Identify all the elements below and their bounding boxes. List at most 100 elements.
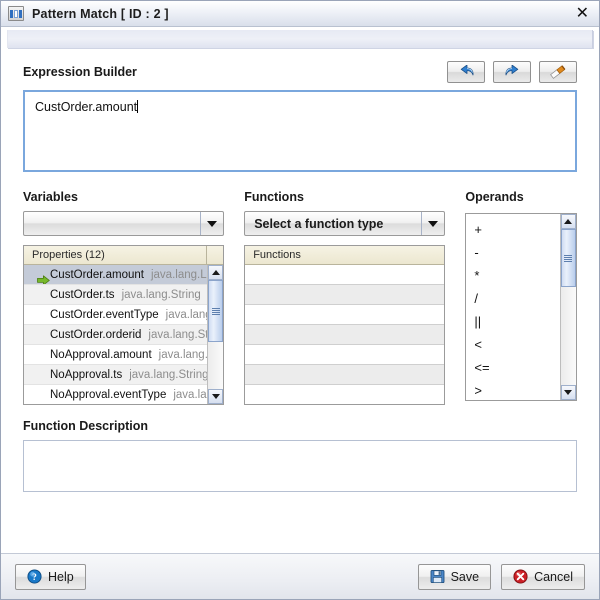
function-type-value: Select a function type: [254, 216, 384, 231]
list-item[interactable]: *: [466, 264, 560, 287]
undo-button[interactable]: [447, 61, 485, 83]
variable-name: NoApproval.eventType: [50, 388, 167, 401]
list-item[interactable]: -: [466, 241, 560, 264]
list-item[interactable]: <=: [466, 356, 560, 379]
variable-name: CustOrder.ts: [50, 288, 115, 301]
column-gap: [445, 190, 465, 405]
undo-icon: [458, 64, 475, 80]
variable-name: CustOrder.eventType: [50, 308, 159, 321]
function-description-label: Function Description: [23, 419, 148, 433]
save-button[interactable]: Save: [417, 563, 492, 590]
list-item[interactable]: ||: [466, 310, 560, 333]
help-label: Help: [48, 569, 74, 584]
list-item[interactable]: <: [466, 333, 560, 356]
redo-button[interactable]: [493, 61, 531, 83]
variable-type: java.lang: [165, 308, 208, 321]
scroll-thumb[interactable]: [208, 280, 224, 342]
list-item[interactable]: [245, 325, 445, 345]
redo-icon: [504, 64, 521, 80]
variable-name: CustOrder.amount: [50, 268, 144, 281]
scroll-up-button[interactable]: [208, 265, 224, 280]
function-type-dropdown[interactable]: Select a function type: [244, 211, 446, 236]
expression-text: CustOrder.amount: [35, 100, 138, 114]
variable-type: java.lang.Lo: [150, 268, 208, 281]
list-item[interactable]: [245, 285, 445, 305]
variables-dropdown[interactable]: [23, 211, 225, 236]
functions-rows: [245, 265, 445, 404]
variable-name: NoApproval.amount: [50, 348, 152, 361]
scroll-thumb[interactable]: [560, 229, 576, 287]
variables-header-label: Properties (12): [32, 249, 105, 261]
list-item[interactable]: +: [466, 218, 560, 241]
cancel-button[interactable]: Cancel: [501, 563, 585, 590]
list-item[interactable]: [245, 385, 445, 404]
variables-list: Properties (12) CustOrder.amount java.la…: [23, 245, 225, 405]
table-row[interactable]: CustOrder.amount java.lang.Lo: [24, 265, 208, 285]
window-title: Pattern Match [ ID : 2 ]: [32, 6, 169, 21]
floppy-disk-icon: [430, 569, 445, 584]
expression-builder-label: Expression Builder: [23, 65, 137, 79]
save-label: Save: [450, 569, 480, 584]
list-item[interactable]: /: [466, 287, 560, 310]
operands-list: + - * / || < <= >: [465, 213, 577, 401]
expression-input[interactable]: CustOrder.amount: [23, 90, 577, 172]
window-icon: [8, 6, 24, 21]
table-row[interactable]: CustOrder.ts java.lang.String: [24, 285, 208, 305]
list-item[interactable]: [245, 305, 445, 325]
header-accent-band: [7, 30, 593, 48]
expression-builder-header: Expression Builder: [23, 61, 577, 83]
operands-panel: Operands + - * / || < <= >: [465, 190, 577, 405]
functions-label: Functions: [244, 190, 304, 204]
grip-icon: [564, 254, 573, 262]
operands-label: Operands: [465, 190, 524, 204]
caret-up-icon: [564, 219, 573, 224]
table-row[interactable]: CustOrder.eventType java.lang: [24, 305, 208, 325]
variable-type: java.lang.String: [129, 368, 208, 381]
variable-type: java.lang.String: [121, 288, 201, 301]
functions-header-label: Functions: [253, 249, 301, 261]
cancel-label: Cancel: [534, 569, 573, 584]
scroll-down-button[interactable]: [560, 385, 576, 400]
scroll-down-button[interactable]: [208, 389, 224, 404]
table-row[interactable]: NoApproval.amount java.lang.L: [24, 345, 208, 365]
close-icon[interactable]: ✕: [574, 4, 591, 23]
functions-list: Functions: [244, 245, 446, 405]
list-item[interactable]: [245, 265, 445, 285]
variables-panel: Variables Properties (12) CustOrder.amou…: [23, 190, 225, 405]
variable-type: java.lan: [173, 388, 207, 401]
pattern-match-dialog: Pattern Match [ ID : 2 ] ✕ Expression Bu…: [0, 0, 600, 600]
expression-toolbar: [447, 61, 577, 83]
list-item[interactable]: [245, 365, 445, 385]
text-caret: [137, 100, 139, 113]
operands-rows: + - * / || < <= >: [466, 214, 560, 400]
grip-icon: [211, 307, 220, 315]
variables-scrollbar[interactable]: [207, 265, 224, 404]
chevron-down-icon[interactable]: [201, 212, 223, 235]
cancel-icon: [513, 569, 528, 584]
svg-text:?: ?: [32, 573, 37, 583]
chevron-down-icon[interactable]: [422, 212, 444, 235]
list-item[interactable]: [245, 345, 445, 365]
operands-scrollbar[interactable]: [559, 214, 576, 400]
scroll-track[interactable]: [208, 280, 224, 389]
dialog-body: Expression Builder CustOrder.amount Vari…: [1, 48, 599, 553]
caret-down-icon: [564, 390, 573, 395]
table-row[interactable]: CustOrder.orderid java.lang.Str: [24, 325, 208, 345]
function-description-box[interactable]: [23, 440, 577, 492]
table-row[interactable]: NoApproval.eventType java.lan: [24, 385, 208, 404]
variable-name: CustOrder.orderid: [50, 328, 142, 341]
list-item[interactable]: >: [466, 379, 560, 400]
header-corner: [206, 246, 224, 264]
functions-panel: Functions Select a function type Functio…: [244, 190, 446, 405]
variables-label: Variables: [23, 190, 78, 204]
variables-rows: CustOrder.amount java.lang.Lo CustOrder.…: [24, 265, 208, 404]
scroll-up-button[interactable]: [560, 214, 576, 229]
table-row[interactable]: NoApproval.ts java.lang.String: [24, 365, 208, 385]
functions-table-header: Functions: [245, 246, 445, 265]
scroll-track[interactable]: [560, 229, 576, 385]
erase-button[interactable]: [539, 61, 577, 83]
help-button[interactable]: ? Help: [15, 563, 86, 590]
caret-up-icon: [211, 270, 220, 275]
column-gap: [224, 190, 244, 405]
eraser-icon: [549, 65, 567, 79]
